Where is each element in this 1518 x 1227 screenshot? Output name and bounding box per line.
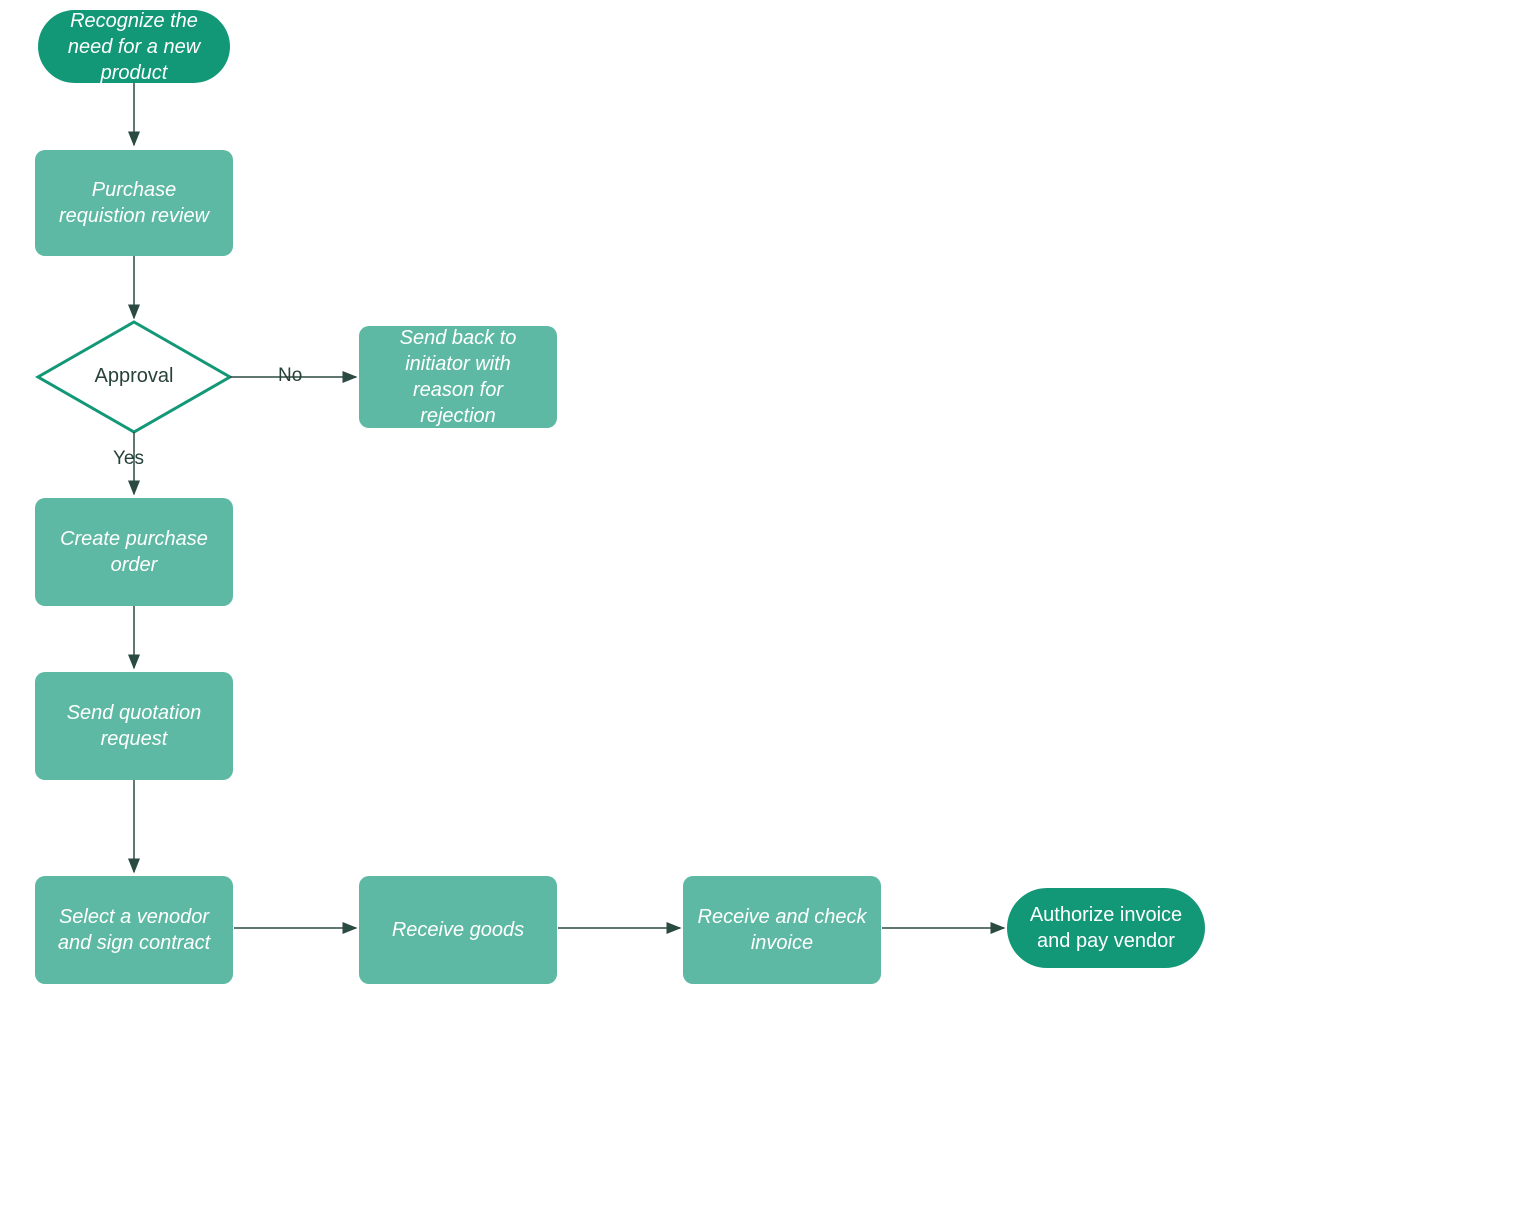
node-label: Approval	[95, 365, 174, 387]
node-pay: Authorize invoice and pay vendor	[1007, 888, 1205, 968]
node-label: Select a venodor and sign contract	[49, 904, 219, 956]
node-label: Purchase requistion review	[49, 177, 219, 229]
node-reject: Send back to initiator with reason for r…	[359, 326, 557, 428]
node-label: Receive goods	[392, 917, 524, 943]
node-label: Recognize the need for a new product	[52, 8, 216, 86]
edge-label-yes: Yes	[113, 448, 144, 470]
node-invoice: Receive and check invoice	[683, 876, 881, 984]
edge-label-no: No	[278, 365, 302, 387]
node-label: Authorize invoice and pay vendor	[1021, 902, 1191, 954]
node-label: Create purchase order	[49, 526, 219, 578]
node-start: Recognize the need for a new product	[38, 10, 230, 83]
node-quote: Send quotation request	[35, 672, 233, 780]
node-receive-goods: Receive goods	[359, 876, 557, 984]
node-label: Receive and check invoice	[697, 904, 867, 956]
node-label: Send quotation request	[49, 700, 219, 752]
node-label: Send back to initiator with reason for r…	[373, 325, 543, 429]
node-review: Purchase requistion review	[35, 150, 233, 256]
node-approval-label: Approval	[78, 365, 190, 388]
node-create-po: Create purchase order	[35, 498, 233, 606]
node-vendor: Select a venodor and sign contract	[35, 876, 233, 984]
